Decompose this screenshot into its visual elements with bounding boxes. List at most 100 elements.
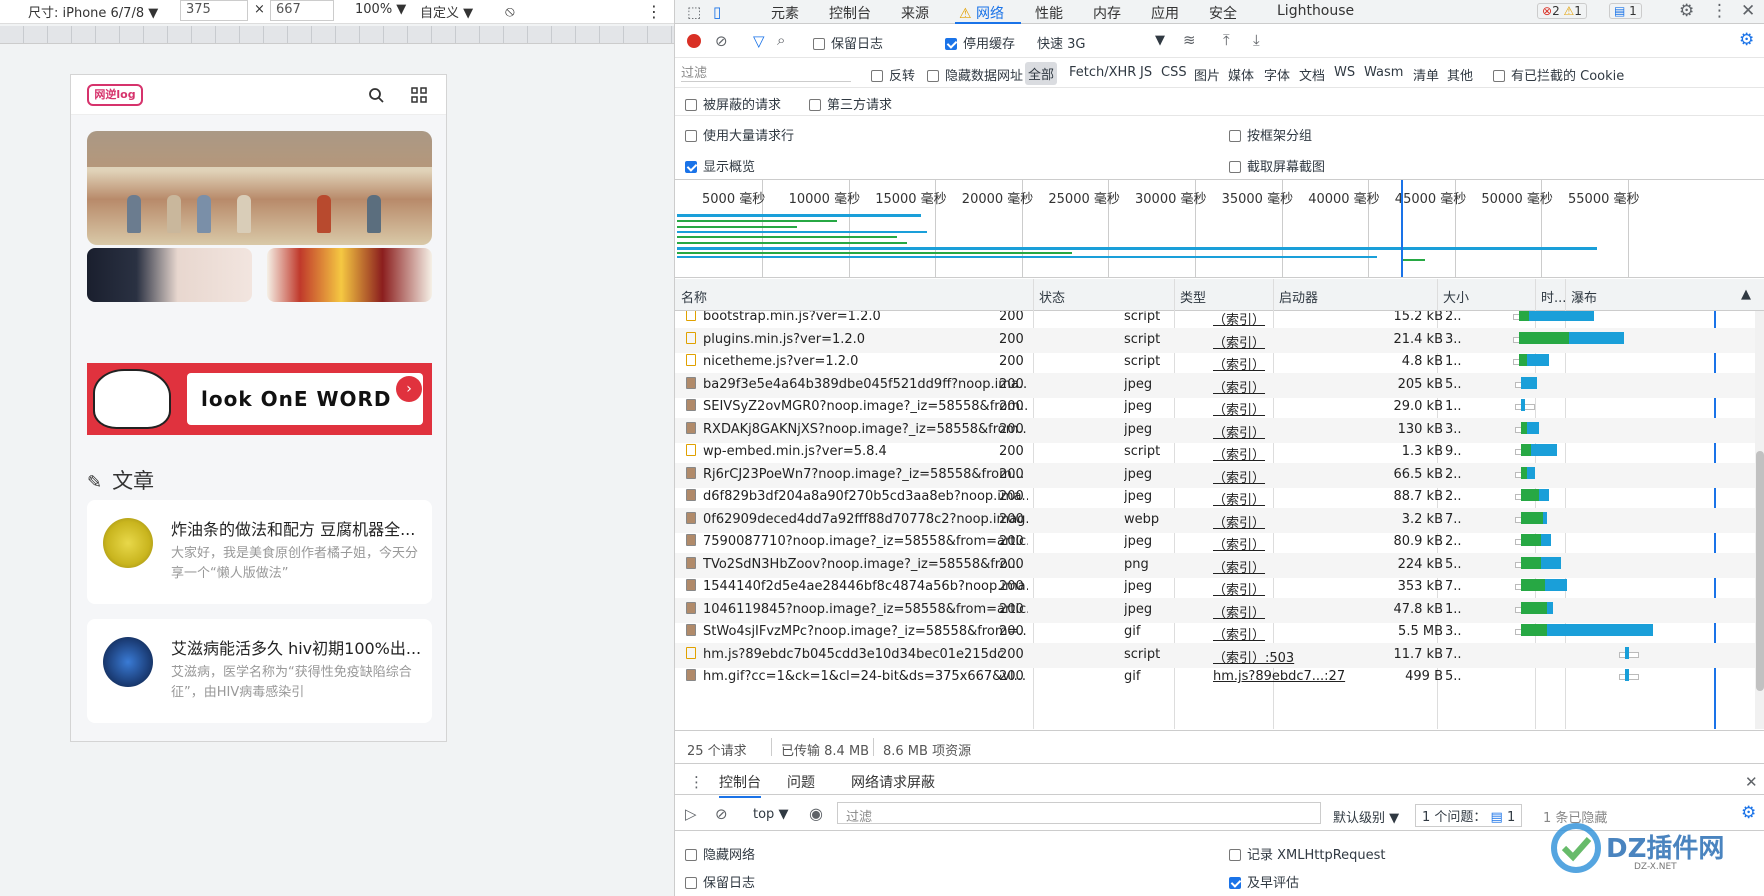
request-name[interactable]: TVo2SdN3HbZoov?noop.image?_iz=58558&fro.… xyxy=(703,557,1028,572)
request-initiator[interactable]: （索引） xyxy=(1213,377,1363,396)
context-select[interactable]: top ▼ xyxy=(753,807,788,822)
network-conditions-icon[interactable]: ≋ xyxy=(1183,32,1196,48)
third-party-checkbox[interactable]: 第三方请求 xyxy=(809,94,892,113)
type-filter-xhr[interactable]: Fetch/XHR xyxy=(1069,65,1136,80)
request-initiator[interactable]: （索引） xyxy=(1213,311,1363,328)
tab-network[interactable]: ⚠ 网络 xyxy=(959,3,1004,23)
table-row[interactable]: StWo4sjIFvzMPc?noop.image?_iz=58558&from… xyxy=(675,620,1755,645)
table-row[interactable]: d6f829b3df204a8a90f270b5cd3aa8eb?noop.im… xyxy=(675,485,1755,510)
request-name[interactable]: wp-embed.min.js?ver=5.8.4 xyxy=(703,444,1028,459)
col-type[interactable]: 类型 xyxy=(1180,287,1206,306)
type-filter-doc[interactable]: 文档 xyxy=(1299,65,1325,84)
network-overview-timeline[interactable]: 5000 毫秒 10000 毫秒 15000 毫秒 20000 毫秒 25000 毫秒 3… xyxy=(675,180,1764,278)
table-scrollbar[interactable] xyxy=(1755,311,1764,729)
sort-asc-icon[interactable]: ▲ xyxy=(1741,287,1751,302)
disable-cache-checkbox[interactable]: 停用缓存 xyxy=(945,33,1015,52)
table-row[interactable]: 1046119845?noop.image?_iz=58558&from=art… xyxy=(675,597,1755,623)
log-xhr-checkbox[interactable]: 记录 XMLHttpRequest xyxy=(1229,844,1386,863)
issues-button[interactable]: 1 个问题： ▤ 1 xyxy=(1415,804,1523,827)
record-icon[interactable] xyxy=(687,34,701,48)
log-levels-select[interactable]: 默认级别 ▼ xyxy=(1333,807,1399,826)
request-name[interactable]: hm.js?89ebdc7b045cdd3e10d34bec01e215dc xyxy=(703,647,1028,662)
inspect-element-icon[interactable]: ⬚ xyxy=(687,4,701,20)
col-initiator[interactable]: 启动器 xyxy=(1279,287,1318,306)
width-input[interactable]: 375 xyxy=(180,0,248,21)
table-row[interactable]: plugins.min.js?ver=1.2.0 200 script （索引） 21.… xyxy=(675,327,1755,353)
request-name[interactable]: 1046119845?noop.image?_iz=58558&from=art… xyxy=(703,602,1028,617)
height-input[interactable]: 667 xyxy=(270,0,334,21)
request-initiator[interactable]: （索引） xyxy=(1213,332,1363,351)
col-name[interactable]: 名称 xyxy=(681,287,707,306)
request-initiator[interactable]: （索引） xyxy=(1213,602,1363,621)
col-time[interactable]: 时... xyxy=(1541,287,1566,306)
article-card[interactable]: 炸油条的做法和配方 豆腐机器全... 大家好，我是美食原创作者橘子姐，今天分享一… xyxy=(87,500,432,604)
eye-icon[interactable]: ◉ xyxy=(809,806,823,822)
zoom-select[interactable]: 100% ▼ xyxy=(355,2,406,17)
clear-icon[interactable]: ⊘ xyxy=(715,33,728,49)
eager-eval-checkbox[interactable]: 及早评估 xyxy=(1229,872,1299,891)
request-initiator[interactable]: （索引） xyxy=(1213,512,1363,531)
request-name[interactable]: nicetheme.js?ver=1.2.0 xyxy=(703,354,1028,369)
tab-memory[interactable]: 内存 xyxy=(1093,3,1121,23)
request-initiator[interactable]: （索引） xyxy=(1213,557,1363,576)
issues-badge[interactable]: ⊗2 ⚠1 xyxy=(1537,3,1587,19)
article-card[interactable]: 艾滋病能活多久 hiv初期100%出... 艾滋病，医学名称为“获得性免疫缺陷综… xyxy=(87,619,432,723)
search-icon[interactable] xyxy=(368,87,384,103)
request-name[interactable]: bootstrap.min.js?ver=1.2.0 xyxy=(703,311,1028,324)
table-row[interactable]: hm.gif?cc=1&ck=1&cl=24-bit&ds=375x667&vl… xyxy=(675,665,1755,690)
drawer-tab-request-blocking[interactable]: 网络请求屏蔽 xyxy=(851,772,935,792)
table-row[interactable]: TVo2SdN3HbZoov?noop.image?_iz=58558&fro.… xyxy=(675,552,1755,578)
request-initiator[interactable]: （索引） xyxy=(1213,354,1363,373)
throttling-select[interactable]: 快速 3G ▼ xyxy=(1037,33,1165,52)
request-name[interactable]: 1544140f2d5e4ae28446bf8c4874a56b?noop.im… xyxy=(703,579,1028,594)
table-row[interactable]: hm.js?89ebdc7b045cdd3e10d34bec01e215dc 20… xyxy=(675,642,1755,668)
invert-checkbox[interactable]: 反转 xyxy=(871,65,915,84)
table-row[interactable]: RXDAKj8GAKNjXS?noop.image?_iz=58558&from… xyxy=(675,417,1755,443)
request-initiator[interactable]: hm.js?89ebdc7...:27 xyxy=(1213,669,1363,684)
request-name[interactable]: SEIVSyZ2ovMGR0?noop.image?_iz=58558&from… xyxy=(703,399,1028,414)
type-filter-media[interactable]: 媒体 xyxy=(1228,65,1254,84)
console-preserve-log-checkbox[interactable]: 保留日志 xyxy=(685,872,755,891)
thumb-gift-box-image[interactable] xyxy=(267,248,432,302)
grid-menu-icon[interactable] xyxy=(411,87,427,103)
table-row[interactable]: wp-embed.min.js?ver=5.8.4 200 script （索引） 1.… xyxy=(675,440,1755,465)
tab-lighthouse[interactable]: Lighthouse xyxy=(1277,3,1354,19)
device-toolbar-icon[interactable]: ▯ xyxy=(713,4,721,20)
request-initiator[interactable]: （索引） xyxy=(1213,624,1363,643)
request-name[interactable]: StWo4sjIFvzMPc?noop.image?_iz=58558&from… xyxy=(703,624,1028,639)
tab-console[interactable]: 控制台 xyxy=(829,3,871,23)
request-initiator[interactable]: （索引）:503 xyxy=(1213,647,1363,666)
request-initiator[interactable]: （索引） xyxy=(1213,467,1363,486)
table-row[interactable]: nicetheme.js?ver=1.2.0 200 script （索引） 4.8 k… xyxy=(675,350,1755,375)
type-filter-img[interactable]: 图片 xyxy=(1194,65,1220,84)
filter-icon[interactable]: ▽ xyxy=(753,33,765,49)
console-filter-input[interactable]: 过滤 xyxy=(837,802,1321,825)
type-filter-font[interactable]: 字体 xyxy=(1264,65,1290,84)
tab-performance[interactable]: 性能 xyxy=(1035,3,1063,23)
tab-sources[interactable]: 来源 xyxy=(901,3,929,23)
request-name[interactable]: d6f829b3df204a8a90f270b5cd3aa8eb?noop.im… xyxy=(703,489,1028,504)
hide-network-checkbox[interactable]: 隐藏网络 xyxy=(685,844,755,863)
device-select[interactable]: 尺寸: iPhone 6/7/8 ▼ xyxy=(28,2,158,21)
col-status[interactable]: 状态 xyxy=(1039,287,1065,306)
request-name[interactable]: ba29f3e5e4a64b389dbe045f521dd9ff?noop.im… xyxy=(703,377,1028,392)
messages-badge[interactable]: ▤ 1 xyxy=(1609,3,1642,19)
thumb-jewelry-image[interactable] xyxy=(87,248,252,302)
blocked-cookies-checkbox[interactable]: 有已拦截的 Cookie xyxy=(1493,65,1624,84)
request-name[interactable]: RXDAKj8GAKNjXS?noop.image?_iz=58558&from… xyxy=(703,422,1028,437)
drawer-menu-icon[interactable]: ⋮ xyxy=(689,774,704,790)
table-row[interactable]: 1544140f2d5e4ae28446bf8c4874a56b?noop.im… xyxy=(675,575,1755,600)
tab-elements[interactable]: 元素 xyxy=(771,3,799,23)
scrollbar-thumb[interactable] xyxy=(1756,451,1764,691)
table-row[interactable]: SEIVSyZ2ovMGR0?noop.image?_iz=58558&from… xyxy=(675,395,1755,420)
sidebar-toggle-icon[interactable]: ▷ xyxy=(685,806,697,822)
table-row[interactable]: ba29f3e5e4a64b389dbe045f521dd9ff?noop.im… xyxy=(675,372,1755,398)
hide-data-urls-checkbox[interactable]: 隐藏数据网址 xyxy=(927,65,1023,84)
blocked-requests-checkbox[interactable]: 被屏蔽的请求 xyxy=(685,94,781,113)
request-initiator[interactable]: （索引） xyxy=(1213,534,1363,553)
drawer-tab-issues[interactable]: 问题 xyxy=(787,772,815,792)
filter-input[interactable]: 过滤 xyxy=(681,62,851,82)
request-name[interactable]: hm.gif?cc=1&ck=1&cl=24-bit&ds=375x667&vl… xyxy=(703,669,1028,684)
more-options-icon[interactable]: ⋮ xyxy=(646,2,662,21)
request-name[interactable]: Rj6rCJ23PoeWn7?noop.image?_iz=58558&from… xyxy=(703,467,1028,482)
